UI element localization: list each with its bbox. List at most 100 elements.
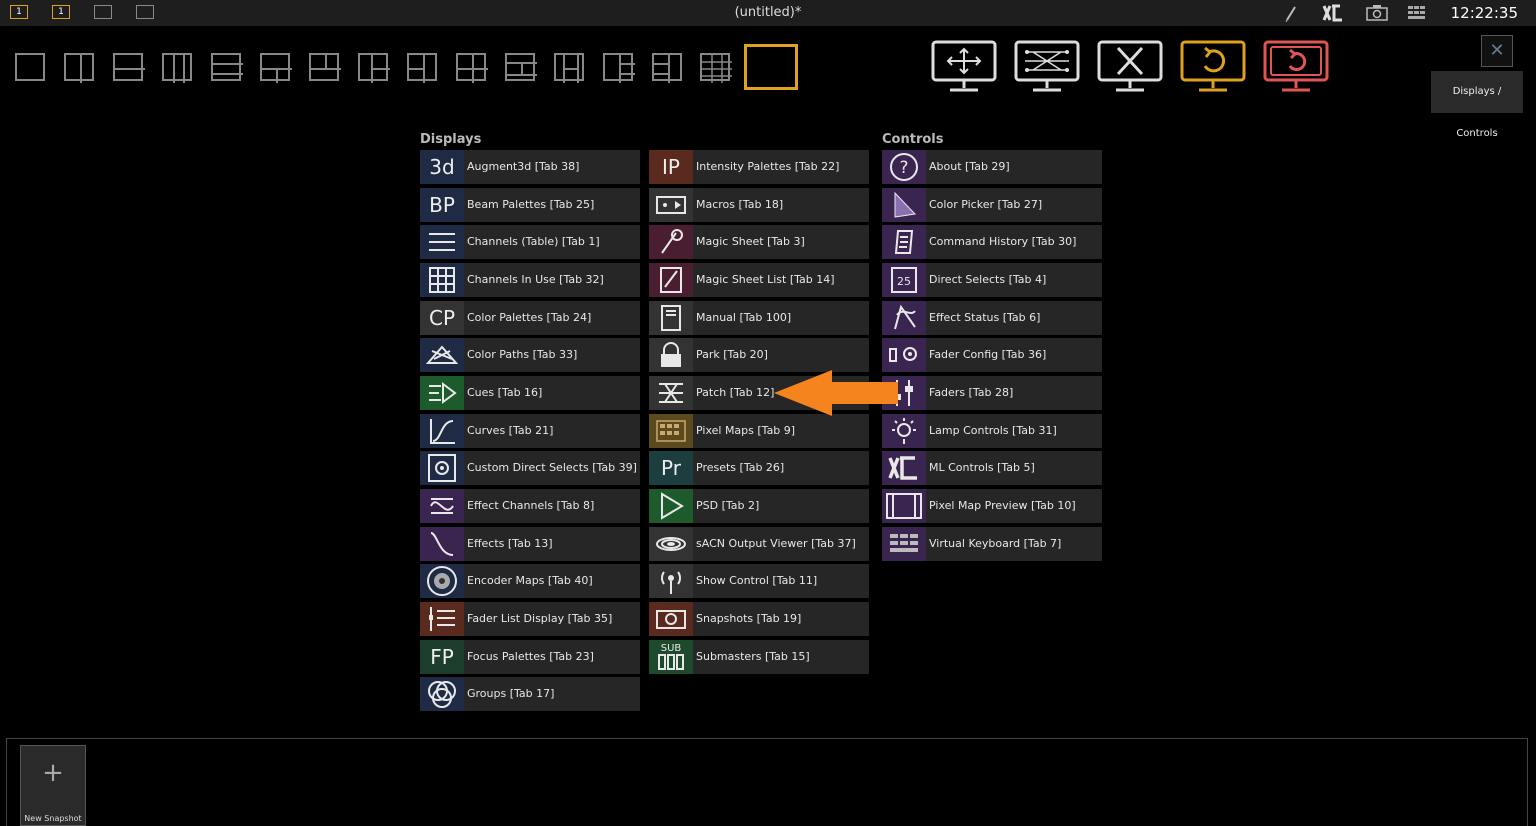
close-display-button[interactable] <box>1096 38 1164 94</box>
direct-selects-icon: 25 <box>882 262 926 297</box>
displays-controls-tab[interactable]: Displays / Controls <box>1431 71 1523 139</box>
icon-glyph: CP <box>428 305 456 330</box>
layout-option-7-button[interactable] <box>309 53 341 81</box>
fit-display-button[interactable] <box>930 38 998 94</box>
layout-option-1-button[interactable] <box>15 53 45 81</box>
list-item[interactable]: Channels (Table) [Tab 1] <box>420 225 640 260</box>
layout-option-15-button[interactable] <box>700 53 732 83</box>
list-item-label: Effect Channels [Tab 8] <box>467 498 595 512</box>
encoder-maps-icon <box>420 564 464 599</box>
svg-text:?: ? <box>899 158 908 178</box>
list-item[interactable]: FP Focus Palettes [Tab 23] <box>420 639 640 674</box>
custom-direct-selects-icon <box>420 451 464 486</box>
augment3d-icon: 3d <box>420 150 464 184</box>
clock: 12:22:35 <box>1450 4 1518 22</box>
layout-option-3-button[interactable] <box>113 53 145 81</box>
layout-option-5-button[interactable] <box>211 53 243 81</box>
list-item[interactable]: Cues [Tab 16] <box>420 375 640 410</box>
layout-option-6-button[interactable] <box>260 53 292 83</box>
list-item[interactable]: Virtual Keyboard [Tab 7] <box>882 526 1102 561</box>
layout-option-11-button[interactable] <box>505 53 537 81</box>
list-item-label: Channels (Table) [Tab 1] <box>467 235 600 249</box>
list-item-label: Direct Selects [Tab 4] <box>929 272 1047 286</box>
curves-icon <box>420 413 464 448</box>
pen-icon[interactable] <box>1284 4 1298 23</box>
list-item-label: Effect Status [Tab 6] <box>929 310 1041 324</box>
layout-option-9-button[interactable] <box>407 53 437 83</box>
list-item[interactable]: sACN Output Viewer [Tab 37] <box>649 526 869 561</box>
layout-option-12-button[interactable] <box>554 53 584 83</box>
list-item[interactable]: Effect Channels [Tab 8] <box>420 488 640 523</box>
list-item-label: Groups [Tab 17] <box>467 687 555 701</box>
list-item[interactable]: Encoder Maps [Tab 40] <box>420 564 640 599</box>
list-item[interactable]: Curves [Tab 21] <box>420 413 640 448</box>
list-item[interactable]: Effects [Tab 13] <box>420 526 640 561</box>
list-item[interactable]: Channels In Use [Tab 32] <box>420 262 640 297</box>
layout-option-2-button[interactable] <box>64 53 94 83</box>
channels-in-use-icon <box>420 262 464 297</box>
list-item[interactable]: Command History [Tab 30] <box>882 225 1102 260</box>
channels-table-icon <box>420 225 464 260</box>
fader-list-display-icon <box>420 601 464 636</box>
command-history-icon <box>882 225 926 260</box>
list-item[interactable]: Color Picker [Tab 27] <box>882 187 1102 222</box>
list-item[interactable]: ? About [Tab 29] <box>882 150 1102 184</box>
keyboard-icon[interactable] <box>1407 4 1427 22</box>
list-item[interactable]: Pixel Map Preview [Tab 10] <box>882 488 1102 523</box>
list-item[interactable]: 3d Augment3d [Tab 38] <box>420 150 640 184</box>
list-item[interactable]: Snapshots [Tab 19] <box>649 601 869 636</box>
manual-icon <box>649 300 693 335</box>
reset-display-button[interactable] <box>1262 38 1330 94</box>
list-item[interactable]: Lamp Controls [Tab 31] <box>882 413 1102 448</box>
new-snapshot-button[interactable]: + New Snapshot <box>20 745 86 826</box>
list-item[interactable]: Magic Sheet [Tab 3] <box>649 225 869 260</box>
layout-option-4-button[interactable] <box>162 53 192 83</box>
list-item[interactable]: Effect Status [Tab 6] <box>882 300 1102 335</box>
list-item[interactable]: SUB Submasters [Tab 15] <box>649 639 869 674</box>
list-item[interactable]: Manual [Tab 100] <box>649 300 869 335</box>
list-item-label: Macros [Tab 18] <box>696 197 784 211</box>
list-item-label: Presets [Tab 26] <box>696 461 785 475</box>
list-item[interactable]: ML Controls [Tab 5] <box>882 451 1102 486</box>
list-item-label: Manual [Tab 100] <box>696 310 792 324</box>
about-icon: ? <box>882 150 926 184</box>
list-item-label: Magic Sheet List [Tab 14] <box>696 272 835 286</box>
svg-text:25: 25 <box>897 275 911 288</box>
list-item[interactable]: 25 Direct Selects [Tab 4] <box>882 262 1102 297</box>
patch-display-button[interactable] <box>1013 38 1081 94</box>
list-item-label: Augment3d [Tab 38] <box>467 160 580 173</box>
list-item[interactable]: Fader List Display [Tab 35] <box>420 601 640 636</box>
list-item[interactable]: Custom Direct Selects [Tab 39] <box>420 451 640 486</box>
list-item[interactable]: Pr Presets [Tab 26] <box>649 451 869 486</box>
color-picker-icon <box>882 187 926 222</box>
layout-option-14-button[interactable] <box>652 53 682 83</box>
layout-option-single-button[interactable] <box>744 44 798 90</box>
submasters-icon: SUB <box>649 639 693 674</box>
close-icon[interactable]: ✕ <box>1481 35 1513 67</box>
presets-icon: Pr <box>649 451 693 486</box>
list-item[interactable]: CP Color Palettes [Tab 24] <box>420 300 640 335</box>
ml-logo-icon[interactable] <box>1322 4 1346 22</box>
refresh-display-button[interactable] <box>1179 38 1247 94</box>
list-item-label: Channels In Use [Tab 32] <box>467 272 604 286</box>
list-item[interactable]: Color Paths [Tab 33] <box>420 338 640 373</box>
list-item[interactable]: Macros [Tab 18] <box>649 187 869 222</box>
macros-icon <box>649 187 693 222</box>
list-item-label: Custom Direct Selects [Tab 39] <box>467 461 637 475</box>
list-item[interactable]: Show Control [Tab 11] <box>649 564 869 599</box>
list-item[interactable]: Fader Config [Tab 36] <box>882 338 1102 373</box>
list-item-label: Command History [Tab 30] <box>929 235 1077 249</box>
camera-icon[interactable] <box>1366 4 1388 22</box>
list-item[interactable]: Faders [Tab 28] <box>882 375 1102 410</box>
list-item[interactable]: Groups [Tab 17] <box>420 677 640 712</box>
list-item[interactable]: BP Beam Palettes [Tab 25] <box>420 187 640 222</box>
layout-option-13-button[interactable] <box>603 53 635 83</box>
layout-option-8-button[interactable] <box>358 53 390 83</box>
effect-status-icon <box>882 300 926 335</box>
icon-glyph: Pr <box>661 456 681 481</box>
list-item[interactable]: IP Intensity Palettes [Tab 22] <box>649 150 869 184</box>
list-item[interactable]: Magic Sheet List [Tab 14] <box>649 262 869 297</box>
layout-option-10-button[interactable] <box>456 53 488 83</box>
list-item[interactable]: PSD [Tab 2] <box>649 488 869 523</box>
list-item-label: About [Tab 29] <box>929 160 1010 173</box>
